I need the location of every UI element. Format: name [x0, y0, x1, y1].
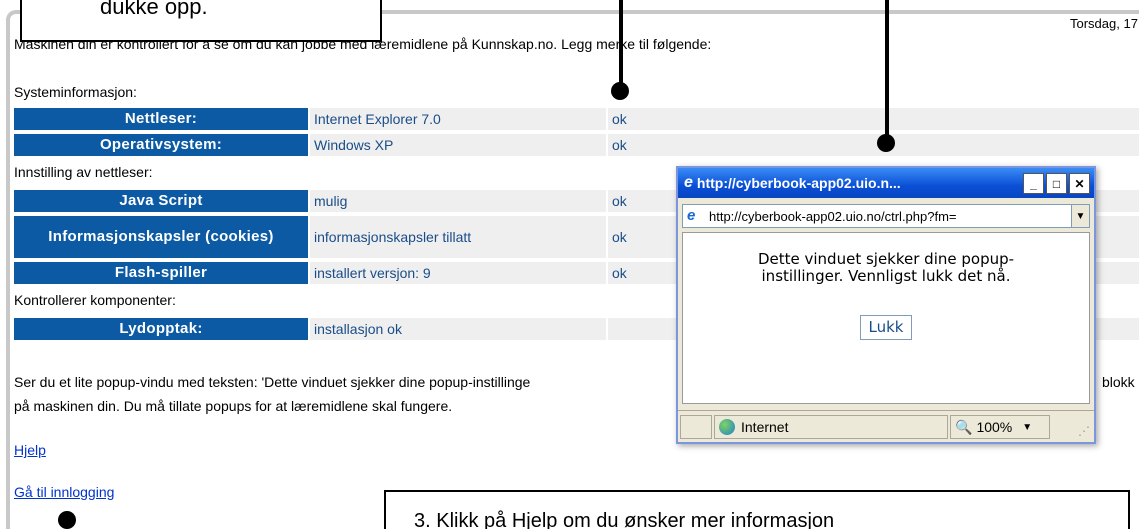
- pointer-dot-1: [611, 82, 629, 100]
- popup-note-line2: på maskinen din. Du må tillate popups fo…: [14, 398, 453, 414]
- popup-address: http://cyberbook-app02.uio.no/ctrl.php?f…: [709, 208, 957, 224]
- popup-title: http://cyberbook-app02.uio.n...: [696, 175, 901, 191]
- resize-grip-icon[interactable]: ⋰: [1078, 424, 1090, 438]
- chevron-down-icon[interactable]: ▼: [1071, 205, 1089, 227]
- popup-note-line1-end: blokk: [1102, 374, 1135, 390]
- row-value: installert versjon: 9: [310, 262, 606, 284]
- ie-page-icon: e: [687, 207, 696, 224]
- chevron-down-icon: ▼: [1022, 421, 1033, 433]
- popup-content: Dette vinduet sjekker dine popup- instil…: [682, 232, 1090, 404]
- row-os: Operativsystem: Windows XP ok: [14, 134, 1139, 156]
- section-browser-settings: Innstilling av nettleser:: [14, 164, 153, 180]
- callout-bottom: 3. Klikk på Hjelp om du ønsker mer infor…: [384, 490, 1130, 529]
- row-value: installasjon ok: [310, 318, 606, 340]
- pointer-dot-3: [58, 511, 76, 529]
- status-cell-empty: [680, 415, 712, 439]
- popup-address-bar[interactable]: e http://cyberbook-app02.uio.no/ctrl.php…: [682, 204, 1090, 228]
- section-system-info: Systeminformasjon:: [14, 84, 137, 100]
- row-value: Internet Explorer 7.0: [310, 108, 606, 130]
- globe-icon: [719, 419, 735, 435]
- callout-top-text: dukke opp.: [100, 0, 208, 19]
- popup-titlebar[interactable]: e http://cyberbook-app02.uio.n... _ □ ✕: [678, 168, 1094, 198]
- pointer-line-1: [619, 0, 623, 92]
- popup-window[interactable]: e http://cyberbook-app02.uio.n... _ □ ✕ …: [676, 166, 1096, 444]
- section-components: Kontrollerer komponenter:: [14, 292, 176, 308]
- status-zone: Internet: [714, 415, 948, 439]
- pointer-line-2: [885, 0, 889, 142]
- row-label: Flash-spiller: [14, 262, 308, 284]
- zoom-level: 100%: [976, 419, 1013, 435]
- popup-note-line1: Ser du et lite popup-vindu med teksten: …: [14, 374, 531, 390]
- row-status: ok: [608, 108, 1139, 130]
- row-value: mulig: [310, 190, 606, 212]
- close-button[interactable]: ✕: [1069, 173, 1090, 194]
- row-value: Windows XP: [310, 134, 606, 156]
- date-text: Torsdag, 17.0: [1070, 16, 1139, 31]
- zoom-icon: 🔍: [955, 418, 973, 435]
- row-status: ok: [608, 134, 1139, 156]
- minimize-button[interactable]: _: [1023, 173, 1044, 194]
- popup-message-line2: instillinger. Vennligst lukk det nå.: [761, 267, 1011, 285]
- callout-bottom-text: 3. Klikk på Hjelp om du ønsker mer infor…: [414, 510, 835, 529]
- ie-logo-icon: e: [684, 174, 693, 191]
- row-label: Informasjonskapsler (cookies): [14, 216, 308, 258]
- callout-top: dukke opp.: [20, 0, 382, 42]
- row-label: Java Script: [14, 190, 308, 212]
- row-label: Lydopptak:: [14, 318, 308, 340]
- row-browser: Nettleser: Internet Explorer 7.0 ok: [14, 108, 1139, 130]
- login-link[interactable]: Gå til innlogging: [14, 484, 114, 500]
- maximize-button[interactable]: □: [1046, 173, 1067, 194]
- help-link[interactable]: Hjelp: [14, 442, 46, 458]
- row-label: Operativsystem:: [14, 134, 308, 156]
- row-value: informasjonskapsler tillatt: [310, 216, 606, 258]
- close-popup-button[interactable]: Lukk: [859, 315, 913, 340]
- popup-message-line1: Dette vinduet sjekker dine popup-: [757, 250, 1015, 268]
- zoom-control[interactable]: 🔍 100% ▼: [950, 415, 1050, 439]
- status-zone-text: Internet: [741, 419, 789, 435]
- pointer-dot-2: [877, 134, 895, 152]
- popup-statusbar: Internet 🔍 100% ▼ ⋰: [678, 410, 1094, 442]
- row-label: Nettleser:: [14, 108, 308, 130]
